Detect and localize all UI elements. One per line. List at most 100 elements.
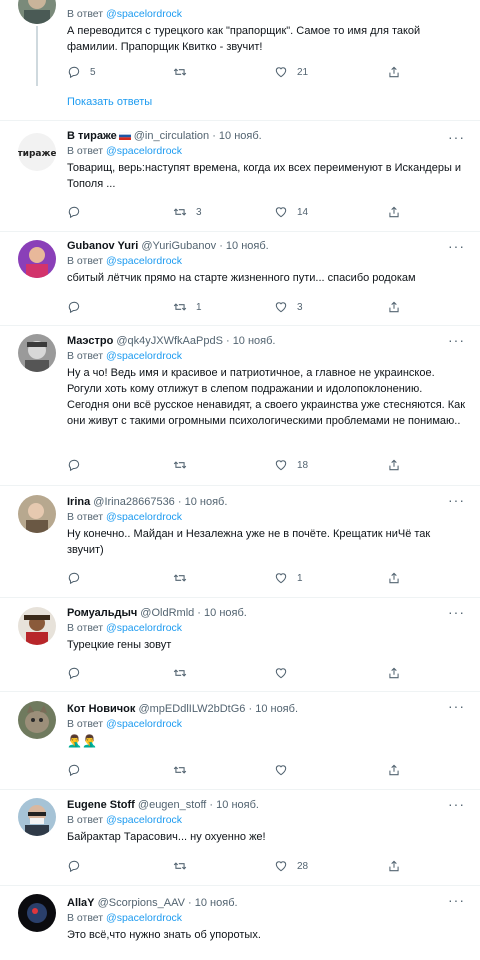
tweet-date[interactable]: 10 нояб. bbox=[185, 496, 228, 508]
tweet[interactable]: ··· Eugene Stoff @eugen_stoff · 10 нояб.… bbox=[0, 790, 480, 886]
tweet[interactable]: ··· Маэстро @qk4yJXWfkAaPpdS · 10 нояб. … bbox=[0, 326, 480, 486]
user-handle[interactable]: @mpEDdlILW2bDtG6 bbox=[138, 703, 245, 715]
reply-to-link[interactable]: @spacelordrock bbox=[106, 718, 182, 730]
like-icon bbox=[274, 666, 288, 680]
user-handle[interactable]: @OldRmld bbox=[140, 607, 194, 619]
user-handle[interactable]: @Irina28667536 bbox=[93, 496, 175, 508]
reply-to-link[interactable]: @spacelordrock bbox=[106, 255, 182, 267]
like-button[interactable]: 14 bbox=[274, 203, 308, 221]
retweet-button[interactable]: 3 bbox=[173, 203, 202, 221]
display-name[interactable]: Ромуальдыч bbox=[67, 607, 137, 619]
avatar[interactable]: тираже bbox=[18, 133, 56, 171]
reply-button[interactable] bbox=[67, 761, 90, 779]
user-handle[interactable]: @eugen_stoff bbox=[138, 799, 206, 811]
user-handle[interactable]: @in_circulation bbox=[134, 130, 209, 142]
reply-to-link[interactable]: @spacelordrock bbox=[106, 912, 182, 924]
reply-button[interactable] bbox=[67, 456, 90, 474]
reply-to-link[interactable]: @spacelordrock bbox=[106, 145, 182, 157]
user-handle[interactable]: @Scorpions_AAV bbox=[98, 897, 185, 909]
retweet-button[interactable] bbox=[173, 569, 196, 587]
avatar[interactable] bbox=[18, 894, 56, 932]
reply-to-link[interactable]: @spacelordrock bbox=[106, 814, 182, 826]
retweet-icon bbox=[173, 205, 187, 219]
share-button[interactable] bbox=[387, 664, 401, 682]
reply-button[interactable] bbox=[67, 569, 90, 587]
avatar[interactable] bbox=[18, 607, 56, 645]
display-name[interactable]: Irina bbox=[67, 496, 90, 508]
display-name[interactable]: Gubanov Yuri bbox=[67, 240, 138, 252]
replies-feed: В ответ @spacelordrock А переводится с т… bbox=[0, 0, 480, 960]
avatar[interactable] bbox=[18, 798, 56, 836]
like-icon bbox=[274, 300, 288, 314]
like-button[interactable] bbox=[274, 761, 297, 779]
like-button[interactable]: 21 bbox=[274, 63, 308, 81]
display-name[interactable]: Кот Новичок bbox=[67, 703, 135, 715]
display-name[interactable]: Маэстро bbox=[67, 335, 113, 347]
display-name[interactable]: Eugene Stoff bbox=[67, 799, 135, 811]
retweet-button[interactable]: 1 bbox=[173, 298, 202, 316]
tweet-date[interactable]: 10 нояб. bbox=[204, 607, 247, 619]
retweet-button[interactable] bbox=[173, 63, 196, 81]
avatar[interactable] bbox=[18, 701, 56, 739]
share-button[interactable] bbox=[387, 569, 401, 587]
reply-button[interactable] bbox=[67, 298, 90, 316]
reply-button[interactable]: 5 bbox=[67, 63, 96, 81]
like-icon bbox=[274, 763, 288, 777]
tweet[interactable]: ··· Ромуальдыч @OldRmld · 10 нояб. В отв… bbox=[0, 598, 480, 692]
share-button[interactable] bbox=[387, 857, 401, 875]
reply-to-link[interactable]: @spacelordrock bbox=[106, 622, 182, 634]
reply-context: В ответ @spacelordrock bbox=[67, 511, 183, 523]
tweet[interactable]: ··· Gubanov Yuri @YuriGubanov · 10 нояб.… bbox=[0, 232, 480, 326]
like-icon bbox=[274, 65, 288, 79]
share-button[interactable] bbox=[387, 203, 401, 221]
user-handle[interactable]: @qk4yJXWfkAaPpdS bbox=[116, 335, 223, 347]
share-icon bbox=[387, 458, 401, 472]
tweet[interactable]: В ответ @spacelordrock А переводится с т… bbox=[0, 0, 480, 121]
tweet[interactable]: ··· Кот Новичок @mpEDdlILW2bDtG6 · 10 но… bbox=[0, 692, 480, 790]
share-button[interactable] bbox=[387, 456, 401, 474]
reply-button[interactable] bbox=[67, 857, 90, 875]
like-count: 1 bbox=[297, 572, 303, 584]
tweet-date[interactable]: 10 нояб. bbox=[195, 897, 238, 909]
retweet-button[interactable] bbox=[173, 456, 196, 474]
share-button[interactable] bbox=[387, 298, 401, 316]
tweet[interactable]: тираже ··· В тираже @in_circulation · 10 … bbox=[0, 121, 480, 232]
tweet[interactable]: ··· AllaY @Scorpions_AAV · 10 нояб. В от… bbox=[0, 886, 480, 960]
show-replies-link[interactable]: Показать ответы bbox=[67, 96, 152, 108]
retweet-button[interactable] bbox=[173, 664, 196, 682]
share-button[interactable] bbox=[387, 761, 401, 779]
reply-context: В ответ @spacelordrock bbox=[67, 814, 183, 826]
avatar[interactable] bbox=[18, 0, 56, 24]
tweet-date[interactable]: 10 нояб. bbox=[216, 799, 259, 811]
reply-count: 5 bbox=[90, 66, 96, 78]
like-button[interactable] bbox=[274, 664, 297, 682]
reply-button[interactable] bbox=[67, 664, 90, 682]
tweet-date[interactable]: 10 нояб. bbox=[219, 130, 262, 142]
share-button[interactable] bbox=[387, 63, 401, 81]
display-name[interactable]: AllaY bbox=[67, 897, 95, 909]
tweet-date[interactable]: 10 нояб. bbox=[233, 335, 276, 347]
avatar[interactable] bbox=[18, 334, 56, 372]
retweet-button[interactable] bbox=[173, 761, 196, 779]
like-button[interactable]: 18 bbox=[274, 456, 308, 474]
tweet-date[interactable]: 10 нояб. bbox=[255, 703, 298, 715]
like-count: 3 bbox=[297, 301, 303, 313]
like-icon bbox=[274, 205, 288, 219]
like-button[interactable]: 1 bbox=[274, 569, 303, 587]
tweet[interactable]: ··· Irina @Irina28667536 · 10 нояб. В от… bbox=[0, 486, 480, 598]
like-button[interactable]: 28 bbox=[274, 857, 308, 875]
reply-context: В ответ @spacelordrock bbox=[67, 350, 183, 362]
reply-to-link[interactable]: @spacelordrock bbox=[106, 350, 182, 362]
display-name[interactable]: В тираже bbox=[67, 130, 117, 142]
reply-button[interactable] bbox=[67, 203, 90, 221]
user-handle[interactable]: @YuriGubanov bbox=[141, 240, 216, 252]
retweet-button[interactable] bbox=[173, 857, 196, 875]
avatar[interactable] bbox=[18, 495, 56, 533]
like-button[interactable]: 3 bbox=[274, 298, 303, 316]
reply-to-link[interactable]: @spacelordrock bbox=[106, 8, 182, 20]
tweet-date[interactable]: 10 нояб. bbox=[226, 240, 269, 252]
reply-to-link[interactable]: @spacelordrock bbox=[106, 511, 182, 523]
tweet-text: Турецкие гены зовут bbox=[67, 639, 172, 651]
action-bar bbox=[67, 761, 407, 779]
avatar[interactable] bbox=[18, 240, 56, 278]
